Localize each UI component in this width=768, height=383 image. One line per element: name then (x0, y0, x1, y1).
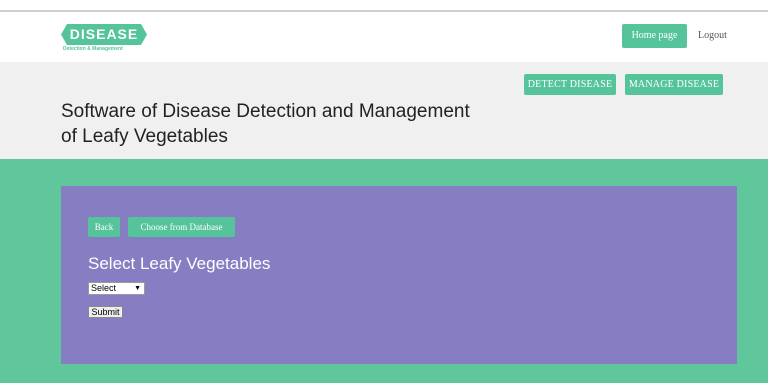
logo-tagline: Detection & Management (63, 46, 123, 52)
page-title: Software of Disease Detection and Manage… (61, 99, 531, 149)
caret-down-icon: ▼ (134, 285, 141, 292)
logo-text: DISEASE (61, 24, 147, 45)
selection-panel: Back Choose from Database Select Leafy V… (61, 186, 737, 364)
vegetable-select-value: Select (91, 283, 117, 293)
submit-button[interactable]: Submit (88, 306, 123, 318)
choose-from-database-button[interactable]: Choose from Database (128, 217, 235, 237)
navbar: DISEASE Detection & Management Home page… (0, 12, 768, 62)
page-title-line-1: Software of Disease Detection and Manage… (61, 101, 470, 122)
panel-heading: Select Leafy Vegetables (88, 254, 271, 273)
logo[interactable]: DISEASE Detection & Management (61, 24, 147, 54)
hero-section: DETECT DISEASE MANAGE DISEASE Software o… (0, 62, 768, 159)
home-page-button[interactable]: Home page (622, 24, 687, 48)
page-title-line-2: of Leafy Vegetables (61, 126, 228, 147)
manage-disease-button[interactable]: MANAGE DISEASE (625, 74, 723, 95)
logout-link[interactable]: Logout (698, 24, 727, 48)
detect-disease-button[interactable]: DETECT DISEASE (524, 74, 616, 95)
vegetable-select[interactable]: Select ▼ (88, 282, 145, 295)
back-button[interactable]: Back (88, 217, 120, 237)
